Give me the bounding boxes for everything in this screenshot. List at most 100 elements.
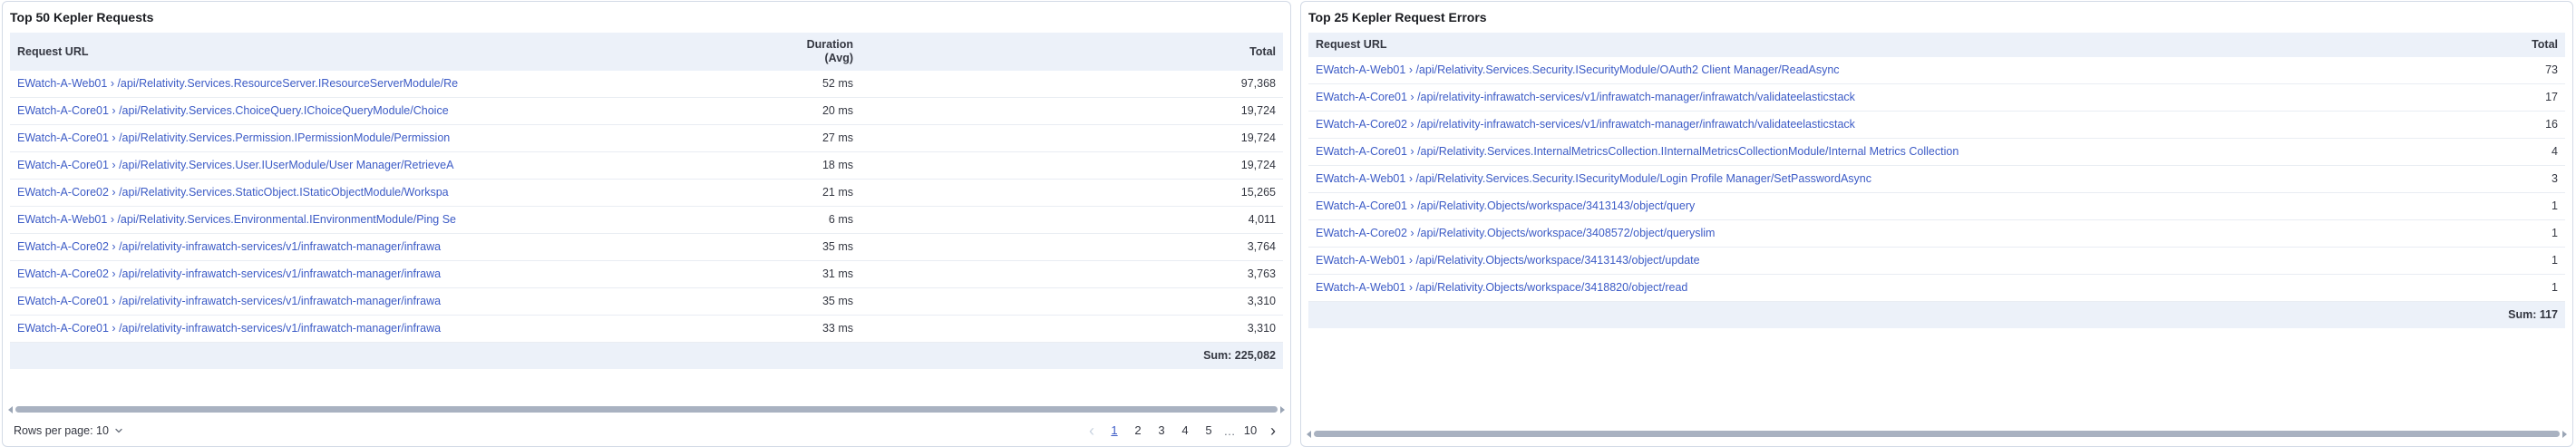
request-url-link[interactable]: EWatch-A-Web01 › /api/Relativity.Service… [1316,172,2177,186]
table-row: EWatch-A-Core02 › /api/relativity-infraw… [10,233,1283,261]
rows-per-page-label: Rows per page: 10 [14,424,109,437]
column-header-request-url[interactable]: Request URL [1308,33,2184,57]
previous-page-button[interactable]: ‹ [1082,423,1102,439]
page-button-10[interactable]: 10 [1239,422,1261,440]
scrollbar-left-arrow-icon[interactable] [8,405,13,413]
pagination: ‹ 1 2 3 4 5 … 10 › [1082,422,1283,440]
duration-cell: 27 ms [781,124,860,152]
table-row: EWatch-A-Core01 › /api/Relativity.Servic… [1308,138,2565,166]
total-cell: 1 [2184,274,2565,302]
panel-top-kepler-request-errors: Top 25 Kepler Request Errors Request URL… [1300,1,2573,447]
request-url-link[interactable]: EWatch-A-Web01 › /api/Relativity.Objects… [1316,254,2177,267]
column-header-request-url[interactable]: Request URL [10,33,781,71]
total-cell: 1 [2184,247,2565,275]
total-cell: 73 [2184,57,2565,84]
sum-row: Sum: 225,082 [10,342,1283,369]
scrollbar-right-arrow-icon[interactable] [1280,405,1285,413]
total-cell: 3,310 [860,287,1283,316]
page-button-1[interactable]: 1 [1103,422,1125,440]
request-url-link[interactable]: EWatch-A-Web01 › /api/Relativity.Objects… [1316,281,2177,295]
horizontal-scrollbar[interactable] [8,405,1285,413]
request-url-link[interactable]: EWatch-A-Core01 › /api/Relativity.Servic… [17,131,773,145]
table-header-row: Request URL Duration (Avg) Total [10,33,1283,71]
request-url-link[interactable]: EWatch-A-Core02 › /api/Relativity.Object… [1316,227,2177,240]
panel-top-kepler-requests: Top 50 Kepler Requests Request URL Durat… [2,1,1291,447]
table-row: EWatch-A-Core01 › /api/Relativity.Servic… [10,97,1283,125]
table-row: EWatch-A-Web01 › /api/Relativity.Service… [1308,57,2565,84]
total-cell: 97,368 [860,71,1283,98]
rows-per-page-button[interactable]: Rows per page: 10 [10,423,127,439]
table-row: EWatch-A-Web01 › /api/Relativity.Objects… [1308,247,2565,275]
request-url-link[interactable]: EWatch-A-Core01 › /api/Relativity.Servic… [1316,145,2177,159]
total-cell: 15,265 [860,179,1283,207]
table-row: EWatch-A-Web01 › /api/Relativity.Service… [1308,165,2565,193]
total-cell: 4 [2184,138,2565,166]
panel-title: Top 25 Kepler Request Errors [1308,10,1487,24]
duration-cell: 35 ms [781,233,860,261]
table-row: EWatch-A-Web01 › /api/Relativity.Service… [10,71,1283,98]
request-url-link[interactable]: EWatch-A-Core01 › /api/Relativity.Servic… [17,104,773,118]
scrollbar-thumb[interactable] [15,406,1278,413]
sum-row: Sum: 117 [1308,301,2565,328]
table-row: EWatch-A-Core01 › /api/Relativity.Object… [1308,192,2565,220]
table-header-row: Request URL Total [1308,33,2565,57]
table-row: EWatch-A-Core01 › /api/Relativity.Servic… [10,151,1283,180]
table-row: EWatch-A-Core02 › /api/relativity-infraw… [10,260,1283,288]
total-cell: 3,310 [860,315,1283,343]
page-button-5[interactable]: 5 [1198,422,1220,440]
total-cell: 3,763 [860,260,1283,288]
page-button-3[interactable]: 3 [1151,422,1172,440]
duration-cell: 31 ms [781,260,860,288]
total-cell: 3 [2184,165,2565,193]
request-url-link[interactable]: EWatch-A-Core02 › /api/relativity-infraw… [1316,118,2177,131]
table-row: EWatch-A-Core01 › /api/relativity-infraw… [10,287,1283,316]
total-cell: 1 [2184,192,2565,220]
requests-table: Request URL Duration (Avg) Total EWatch-… [10,33,1283,369]
table-footer: Rows per page: 10 ‹ 1 2 3 4 5 … 10 › [10,419,1283,442]
sum-total: Sum: 117 [2184,301,2565,328]
table-row: EWatch-A-Web01 › /api/Relativity.Objects… [1308,274,2565,302]
page-button-4[interactable]: 4 [1174,422,1196,440]
total-cell: 16 [2184,111,2565,139]
table-row: EWatch-A-Core01 › /api/relativity-infraw… [1308,83,2565,112]
request-url-link[interactable]: EWatch-A-Core02 › /api/relativity-infraw… [17,267,773,281]
table-row: EWatch-A-Core01 › /api/relativity-infraw… [10,315,1283,343]
page-button-2[interactable]: 2 [1127,422,1149,440]
table-row: EWatch-A-Core01 › /api/Relativity.Servic… [10,124,1283,152]
table-row: EWatch-A-Web01 › /api/Relativity.Service… [10,206,1283,234]
next-page-button[interactable]: › [1263,423,1283,439]
horizontal-scrollbar[interactable] [1307,430,2567,438]
duration-cell: 33 ms [781,315,860,343]
duration-cell: 18 ms [781,151,860,180]
total-cell: 3,764 [860,233,1283,261]
column-header-duration-avg[interactable]: Duration (Avg) [781,33,860,71]
panel-title: Top 50 Kepler Requests [10,10,154,24]
request-url-link[interactable]: EWatch-A-Core02 › /api/Relativity.Servic… [17,186,773,199]
request-url-link[interactable]: EWatch-A-Core01 › /api/Relativity.Object… [1316,199,2177,213]
column-header-total[interactable]: Total [860,33,1283,71]
request-url-link[interactable]: EWatch-A-Web01 › /api/Relativity.Service… [17,213,773,227]
request-url-link[interactable]: EWatch-A-Core01 › /api/relativity-infraw… [17,295,773,308]
scrollbar-left-arrow-icon[interactable] [1307,430,1311,438]
sum-total: Sum: 225,082 [860,342,1283,369]
duration-cell: 35 ms [781,287,860,316]
total-cell: 19,724 [860,151,1283,180]
total-cell: 17 [2184,83,2565,112]
request-url-link[interactable]: EWatch-A-Core01 › /api/relativity-infraw… [17,322,773,335]
duration-cell: 21 ms [781,179,860,207]
total-cell: 19,724 [860,124,1283,152]
request-url-link[interactable]: EWatch-A-Core01 › /api/relativity-infraw… [1316,91,2177,104]
request-url-link[interactable]: EWatch-A-Web01 › /api/Relativity.Service… [17,77,773,91]
scrollbar-thumb[interactable] [1314,431,2560,437]
request-url-link[interactable]: EWatch-A-Web01 › /api/Relativity.Service… [1316,63,2177,77]
request-url-link[interactable]: EWatch-A-Core02 › /api/relativity-infraw… [17,240,773,254]
scrollbar-right-arrow-icon[interactable] [2562,430,2567,438]
request-url-link[interactable]: EWatch-A-Core01 › /api/Relativity.Servic… [17,159,773,172]
chevron-down-icon [115,428,122,433]
errors-table: Request URL Total EWatch-A-Web01 › /api/… [1308,33,2565,328]
duration-cell: 20 ms [781,97,860,125]
total-cell: 4,011 [860,206,1283,234]
total-cell: 1 [2184,219,2565,248]
duration-cell: 52 ms [781,71,860,98]
column-header-total[interactable]: Total [2184,33,2565,57]
